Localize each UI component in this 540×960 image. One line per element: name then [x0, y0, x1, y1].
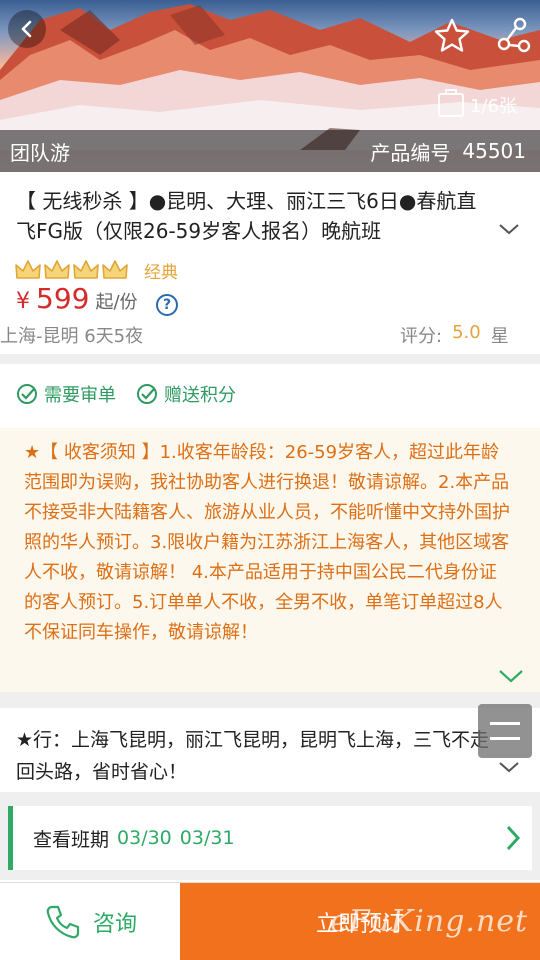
hero-info-bar: 团队游 产品编号 45501 [0, 130, 540, 172]
notice-text: ★【 收客须知 】1.收客年龄段：26-59岁客人，超过此年龄范围即为误购，我社… [24, 442, 510, 643]
book-now-button[interactable]: 立即预订 [180, 883, 540, 960]
star-outline-icon [434, 18, 470, 52]
check-circle-icon [17, 384, 37, 404]
booking-notice: ★【 收客须知 】1.收客年龄段：26-59岁客人，超过此年龄范围即为误购，我社… [0, 428, 540, 692]
price-unit: 起/份 [95, 292, 138, 313]
tour-category: 团队游 [10, 140, 70, 165]
tag-label: 赠送积分 [164, 385, 236, 406]
crown-icon [102, 260, 128, 279]
itinerary-summary: ★行：上海飞昆明，丽江飞昆明，昆明飞上海，三飞不走回头路，省时省心！ [0, 708, 540, 792]
rating-unit: 星 [490, 326, 509, 347]
chevron-down-icon[interactable] [498, 760, 520, 774]
tag-review-required: 需要审单 [16, 381, 116, 407]
crown-icon [44, 260, 70, 279]
crown-icon [73, 260, 99, 279]
book-label: 立即预订 [315, 912, 404, 937]
menu-line [490, 722, 520, 725]
camera-icon [438, 89, 464, 117]
price-help-icon[interactable]: ? [156, 294, 178, 316]
price: ¥ 599 起/份 [16, 282, 138, 315]
product-id-value: 45501 [462, 139, 526, 163]
schedule-section: 查看班期 03/30 03/31 [0, 792, 540, 880]
product-title: 【 无线秒杀 】●昆明、大理、丽江三飞6日●春航直飞FG版（仅限26-59岁客人… [16, 189, 477, 243]
chevron-right-icon [506, 825, 521, 851]
schedule-date: 03/30 [117, 827, 172, 849]
image-counter-text: 1/6张 [470, 96, 517, 117]
bottom-action-bar: 咨询 立即预订 [0, 882, 540, 960]
rating: 评分: 5.0 星 [400, 322, 509, 348]
consult-label: 咨询 [92, 912, 137, 937]
floating-menu-button[interactable] [478, 704, 532, 758]
share-icon [497, 17, 531, 53]
tag-bonus-points: 赠送积分 [136, 381, 236, 407]
divider [0, 354, 540, 364]
back-button[interactable] [8, 10, 46, 48]
chevron-down-icon[interactable] [498, 222, 520, 236]
product-id-label: 产品编号 [370, 140, 451, 165]
phone-icon [46, 905, 80, 939]
divider [0, 692, 540, 708]
favorite-button[interactable] [432, 16, 472, 56]
check-circle-icon [137, 384, 157, 404]
grade-label: 经典 [144, 263, 178, 283]
image-counter: 1/6张 [438, 89, 517, 120]
consult-button[interactable]: 咨询 [0, 883, 180, 960]
rating-label: 评分: [400, 326, 443, 347]
schedule-date: 03/31 [179, 827, 235, 849]
grade-crowns [14, 258, 129, 282]
rating-value: 5.0 [452, 322, 481, 343]
tag-label: 需要审单 [44, 385, 116, 406]
price-value: 599 [36, 282, 90, 315]
route-duration: 上海-昆明 6天5夜 [0, 326, 144, 347]
hero-banner[interactable]: 1/6张 团队游 产品编号 45501 [0, 0, 540, 172]
share-button[interactable] [494, 16, 534, 56]
product-info: 【 无线秒杀 】●昆明、大理、丽江三飞6日●春航直飞FG版（仅限26-59岁客人… [0, 172, 540, 354]
menu-line [490, 737, 520, 740]
schedule-dates: 03/30 03/31 [117, 827, 235, 849]
chevron-left-icon [21, 20, 32, 38]
service-tags: 需要审单 赠送积分 [0, 364, 540, 424]
price-currency: ¥ [16, 289, 30, 314]
product-id: 产品编号 45501 [370, 137, 526, 166]
expand-chevron-icon[interactable] [498, 668, 524, 684]
itinerary-text: ★行：上海飞昆明，丽江飞昆明，昆明飞上海，三飞不走回头路，省时省心！ [16, 729, 490, 783]
schedule-label: 查看班期 [33, 828, 110, 851]
view-schedule-row[interactable]: 查看班期 03/30 03/31 [8, 806, 532, 870]
crown-icon [15, 260, 41, 279]
